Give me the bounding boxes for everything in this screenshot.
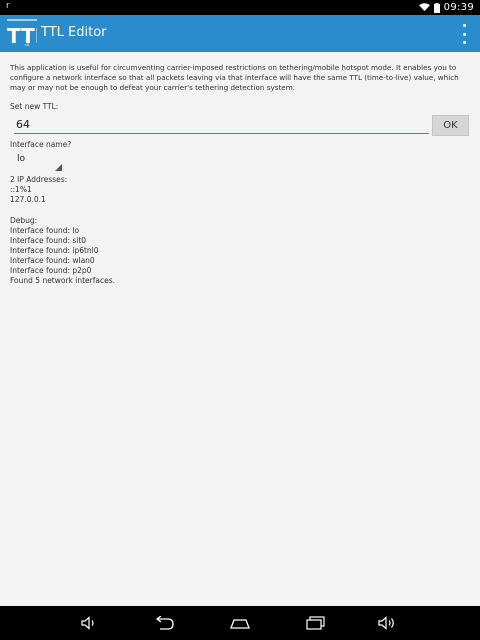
wifi-icon	[418, 3, 430, 12]
ttl-label: Set new TTL:	[10, 102, 59, 111]
debug-line: Interface found: lo	[10, 226, 80, 235]
debug-line: Interface found: p2p0	[10, 266, 92, 275]
interface-label: Interface name?	[10, 140, 72, 149]
back-icon[interactable]	[152, 612, 176, 634]
status-bar: r 09:39	[0, 0, 480, 15]
app-title: TTL Editor	[41, 25, 107, 40]
ip-addresses: 2 IP Addresses: ::1%1 127.0.0.1	[10, 175, 67, 205]
debug-log: Debug: Interface found: lo Interface fou…	[10, 216, 115, 286]
clock: 09:39	[443, 2, 474, 13]
navigation-bar	[0, 606, 480, 640]
debug-header: Debug:	[10, 216, 38, 225]
battery-icon	[433, 2, 440, 13]
main-content: This application is useful for circumven…	[0, 52, 480, 606]
overflow-menu-icon[interactable]	[460, 24, 468, 44]
recents-icon[interactable]	[303, 612, 327, 634]
notification-icon: r	[6, 1, 10, 11]
volume-up-icon[interactable]	[376, 612, 400, 634]
app-logo-icon: TTL Editor	[7, 19, 37, 48]
ip-header: 2 IP Addresses:	[10, 175, 68, 184]
svg-text:TTL: TTL	[7, 24, 37, 48]
svg-text:Editor: Editor	[25, 34, 30, 46]
interface-selected-value: lo	[17, 154, 26, 164]
debug-line: Interface found: sit0	[10, 236, 87, 245]
debug-line: Interface found: wlan0	[10, 256, 95, 265]
ttl-input[interactable]	[14, 116, 429, 134]
debug-line: Found 5 network interfaces.	[10, 276, 116, 285]
ip-address: 127.0.0.1	[10, 195, 46, 204]
volume-down-icon[interactable]	[78, 612, 102, 634]
ok-button[interactable]: OK	[432, 115, 469, 136]
home-icon[interactable]	[228, 612, 252, 634]
dropdown-arrow-icon	[55, 164, 62, 171]
action-bar: TTL Editor TTL Editor	[0, 15, 480, 52]
ip-address: ::1%1	[10, 185, 32, 194]
debug-line: Interface found: ip6tnl0	[10, 246, 99, 255]
interface-spinner[interactable]: lo	[14, 151, 62, 171]
app-description: This application is useful for circumven…	[10, 63, 459, 92]
